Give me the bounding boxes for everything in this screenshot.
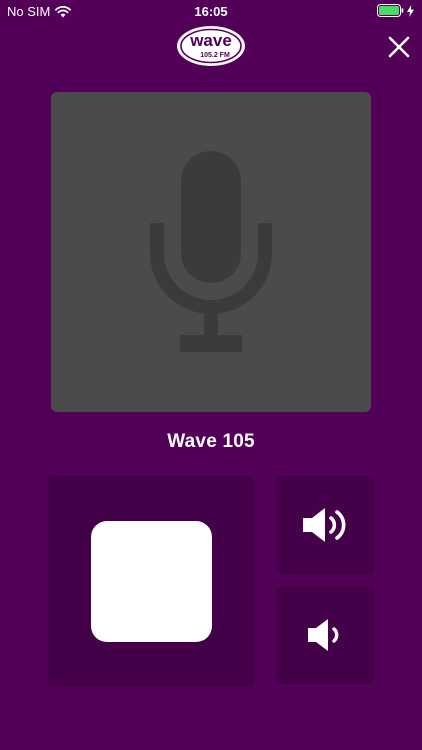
status-right [377, 4, 414, 17]
volume-up-icon [303, 508, 346, 542]
microphone-icon [150, 151, 272, 352]
station-artwork [51, 92, 371, 412]
stop-button[interactable] [48, 476, 254, 686]
wave-logo: wave 105.2 FM [177, 26, 245, 66]
status-time: 16:05 [194, 4, 228, 19]
volume-down-button[interactable] [276, 586, 374, 684]
close-icon [388, 36, 410, 58]
battery-icon [377, 4, 404, 17]
stop-icon [90, 520, 212, 642]
close-button[interactable] [386, 34, 412, 60]
status-bar: No SIM 16:05 [0, 0, 422, 22]
charging-bolt-icon [407, 4, 414, 17]
station-name: Wave 105 [167, 431, 255, 452]
logo-subtext: 105.2 FM [200, 52, 230, 59]
logo-text: wave [189, 31, 232, 50]
volume-down-icon [308, 619, 339, 651]
volume-up-button[interactable] [276, 476, 374, 574]
